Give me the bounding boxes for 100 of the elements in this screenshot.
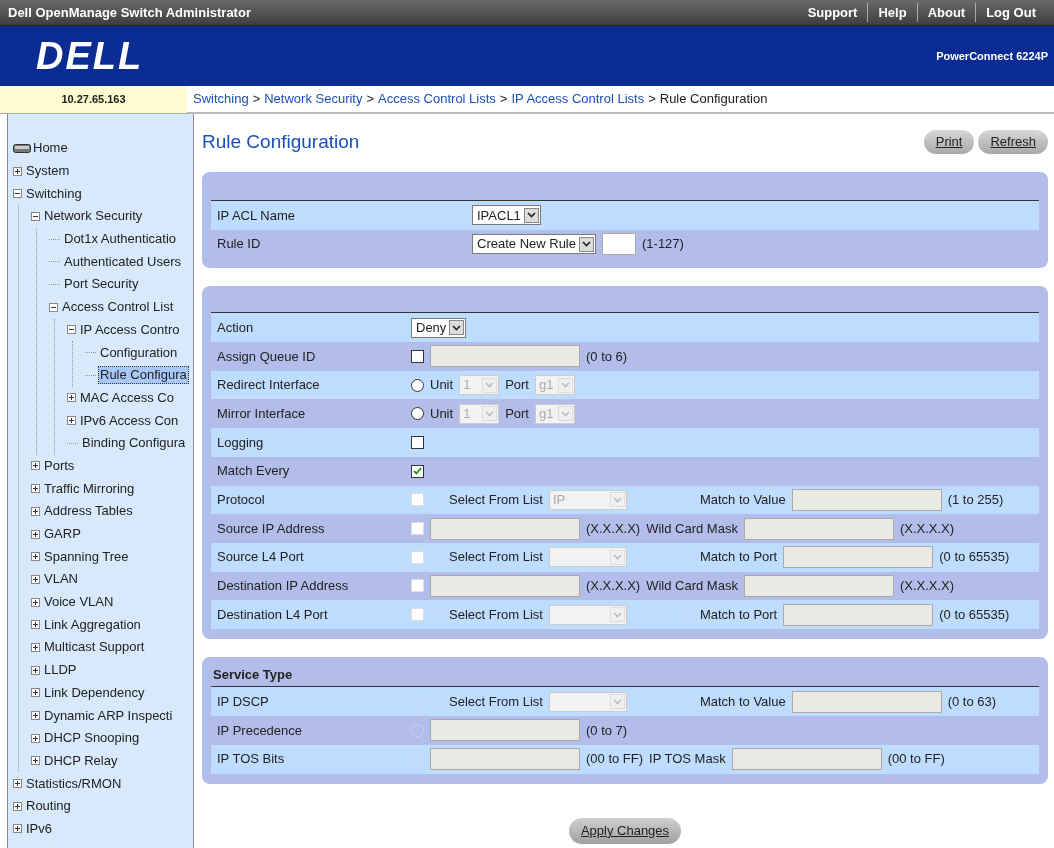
page-title: Rule Configuration [202,129,360,154]
collapse-icon[interactable] [31,211,40,221]
expand-icon[interactable] [31,688,40,698]
tree-item[interactable]: IPv6 Access Con [78,411,181,430]
dropdown[interactable] [548,691,627,712]
field-label: IP ACL Name [217,206,297,225]
field-hint: (0 to 63) [947,693,997,712]
expand-icon[interactable] [31,711,40,721]
expand-icon[interactable] [31,552,40,562]
checkbox[interactable] [411,435,424,449]
tree-item[interactable]: DHCP Snooping [42,729,142,748]
apply-changes-button[interactable]: Apply Changes [568,817,682,844]
header-link[interactable]: Support [797,2,868,23]
tree-item[interactable]: Traffic Mirroring [42,479,137,498]
expand-icon[interactable] [31,733,40,743]
dropdown[interactable] [548,604,627,625]
collapse-icon[interactable] [67,325,76,335]
tree-item[interactable]: IP Access Contro [78,320,182,339]
chevron-down-icon [612,611,622,618]
expand-icon[interactable] [31,506,40,516]
expand-icon[interactable] [13,801,22,811]
chevron-down-icon [582,241,591,248]
tree-item[interactable]: VLAN [42,570,80,589]
radio-button[interactable] [411,407,424,421]
tree-item[interactable]: Binding Configura [80,434,188,453]
field-hint: (0 to 6) [586,347,628,366]
expand-icon[interactable] [31,529,40,539]
chevron-down-icon [560,410,570,417]
app-title: Dell OpenManage Switch Administrator [8,3,251,22]
field-label: IP TOS Bits [217,750,286,769]
tree-item[interactable]: Home [31,139,70,158]
tree-item[interactable]: IPv6 [24,819,54,838]
dropdown[interactable]: IPACL1 [472,205,541,226]
tree-item[interactable]: Statistics/RMON [24,774,124,793]
breadcrumb-separator: > [252,90,261,109]
expand-icon[interactable] [31,642,40,652]
tree-item[interactable]: Switching [24,184,84,203]
chevron-down-icon [612,554,622,561]
radio-button[interactable] [411,378,424,392]
page-button[interactable]: Print [923,130,975,154]
tree-item[interactable]: Spanning Tree [42,547,131,566]
expand-icon[interactable] [13,824,22,834]
field-label: IP Precedence [217,721,304,740]
tree-item[interactable]: Authenticated Users [62,252,184,271]
expand-icon[interactable] [67,393,76,403]
field-label: Source L4 Port [217,548,305,567]
dropdown[interactable] [548,547,627,568]
field-hint: Wild Card Mask [646,519,738,538]
tree-item[interactable]: LLDP [42,661,79,680]
expand-icon[interactable] [13,166,22,176]
collapse-icon[interactable] [49,302,58,312]
tree-item[interactable]: Configuration [98,343,180,362]
expand-icon[interactable] [31,665,40,675]
chevron-down-icon [612,496,622,503]
dropdown[interactable]: Deny [411,317,467,338]
tree-item[interactable]: Port Security [62,275,141,294]
expand-icon[interactable] [31,484,40,494]
tree-item[interactable]: Voice VLAN [42,593,116,612]
tree-item[interactable]: MAC Access Co [78,388,176,407]
tree-item[interactable]: Routing [24,797,73,816]
tree-item[interactable]: Network Security [42,207,145,226]
header-link[interactable]: About [916,2,976,23]
collapse-icon[interactable] [13,189,22,199]
tree-item[interactable]: Dot1x Authenticatio [62,230,179,249]
tree-item[interactable]: Dynamic ARP Inspecti [42,706,175,725]
tree-item[interactable]: Address Tables [42,502,135,521]
field-label: IP DSCP [217,693,270,712]
page-button[interactable]: Refresh [978,130,1048,154]
tree-item[interactable]: Link Dependency [42,683,147,702]
tree-item[interactable]: Rule Configura [98,366,189,385]
expand-icon[interactable] [31,461,40,471]
tree-item[interactable]: Multicast Support [42,638,147,657]
tree-item[interactable]: Access Control List [60,298,176,317]
input-field[interactable] [602,233,636,256]
expand-icon[interactable] [31,574,40,584]
breadcrumb-link[interactable]: Switching [193,89,249,109]
expand-icon[interactable] [31,597,40,607]
header-link[interactable]: Help [867,2,917,23]
expand-icon[interactable] [31,756,40,766]
tree-item[interactable]: GARP [42,525,83,544]
tree-item[interactable]: Link Aggregation [42,615,143,634]
header-link[interactable]: Log Out [975,2,1046,23]
field-hint: (0 to 65535) [939,605,1010,624]
field-hint: Port [505,405,529,424]
tree-item[interactable]: System [24,162,72,181]
field-hint: (1-127) [642,235,684,254]
dropdown[interactable]: Create New Rule [472,234,596,255]
expand-icon[interactable] [31,620,40,630]
tree-item[interactable]: Ports [42,456,77,475]
tree-item[interactable]: DHCP Relay [42,751,120,770]
breadcrumb-link[interactable]: IP Access Control Lists [511,89,645,109]
breadcrumb-link[interactable]: Access Control Lists [378,89,496,109]
expand-icon[interactable] [67,416,76,426]
field-hint: Match to Value [699,491,786,510]
checkbox[interactable] [411,464,424,478]
field-hint: Match to Port [699,605,778,624]
expand-icon[interactable] [13,779,22,789]
chevron-down-icon [485,410,495,417]
breadcrumb-link[interactable]: Network Security [264,89,363,109]
checkbox[interactable] [411,349,424,363]
